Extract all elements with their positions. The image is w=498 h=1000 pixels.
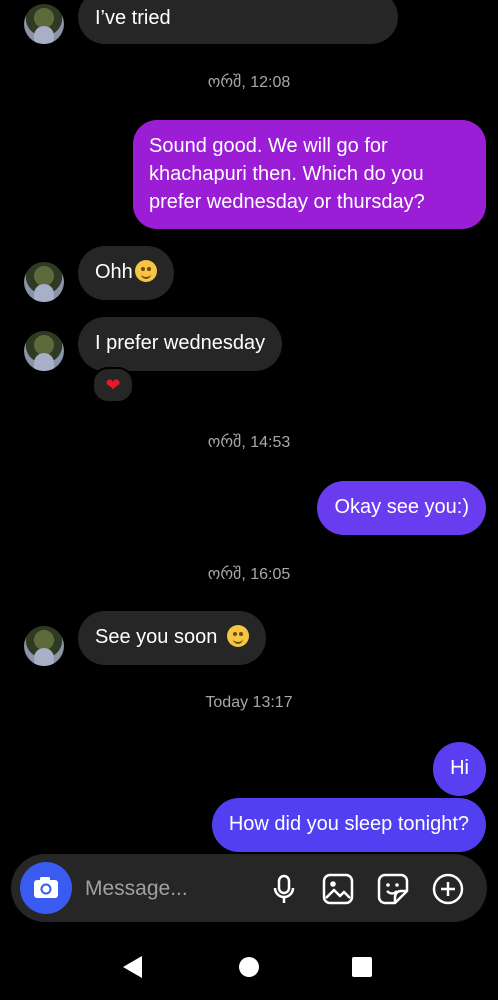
system-navigation-bar	[0, 930, 498, 1000]
gallery-icon[interactable]	[321, 872, 355, 906]
message-text-line: khachapuri then. Which do you	[149, 163, 424, 185]
camera-icon	[34, 877, 58, 898]
hand-over-mouth-emoji-icon	[134, 260, 157, 282]
avatar[interactable]	[24, 4, 64, 44]
message-bubble[interactable]: I prefer wednesday	[78, 317, 283, 371]
timestamp: ორშ, 16:05	[207, 566, 291, 583]
timestamp: ორშ, 12:08	[207, 74, 291, 91]
timestamp: Today 13:17	[205, 694, 293, 711]
message-composer	[11, 854, 487, 922]
message-bubble[interactable]: Hi	[433, 742, 486, 796]
heart-reaction-icon[interactable]: ❤	[92, 367, 134, 403]
message-text-line: Sound good. We will go for	[149, 135, 388, 157]
sticker-icon[interactable]	[376, 872, 410, 906]
message-bubble[interactable]: Ohh	[78, 246, 174, 300]
message-text: Ohh	[95, 261, 133, 283]
timestamp: ორშ, 14:53	[207, 434, 291, 451]
add-icon[interactable]	[431, 872, 465, 906]
message-text: See you soon	[95, 626, 218, 648]
message-bubble[interactable]: I’ve tried	[78, 0, 398, 44]
message-input[interactable]	[83, 868, 257, 910]
avatar[interactable]	[24, 626, 64, 666]
microphone-icon[interactable]	[267, 872, 301, 906]
avatar[interactable]	[24, 262, 64, 302]
message-text: I’ve tried	[95, 7, 171, 29]
avatar[interactable]	[24, 331, 64, 371]
recents-icon[interactable]	[347, 952, 377, 982]
message-bubble[interactable]: Okay see you:)	[317, 481, 486, 535]
home-icon[interactable]	[234, 952, 264, 982]
message-text: How did you sleep tonight?	[228, 813, 469, 835]
message-text: Hi	[450, 757, 469, 779]
smiling-emoji-icon	[226, 625, 249, 647]
message-bubble[interactable]: How did you sleep tonight?	[211, 798, 486, 852]
message-text: I prefer wednesday	[95, 332, 266, 354]
message-text: Okay see you:)	[334, 496, 469, 518]
chat-thread: I’ve tried ორშ, 12:08 Sound good. We wil…	[0, 0, 498, 852]
back-icon[interactable]	[118, 952, 148, 982]
message-text-line: prefer wednesday or thursday?	[149, 191, 425, 213]
message-bubble[interactable]: Sound good. We will go for khachapuri th…	[133, 120, 486, 229]
message-bubble[interactable]: See you soon	[78, 611, 266, 665]
camera-button[interactable]	[20, 862, 72, 914]
